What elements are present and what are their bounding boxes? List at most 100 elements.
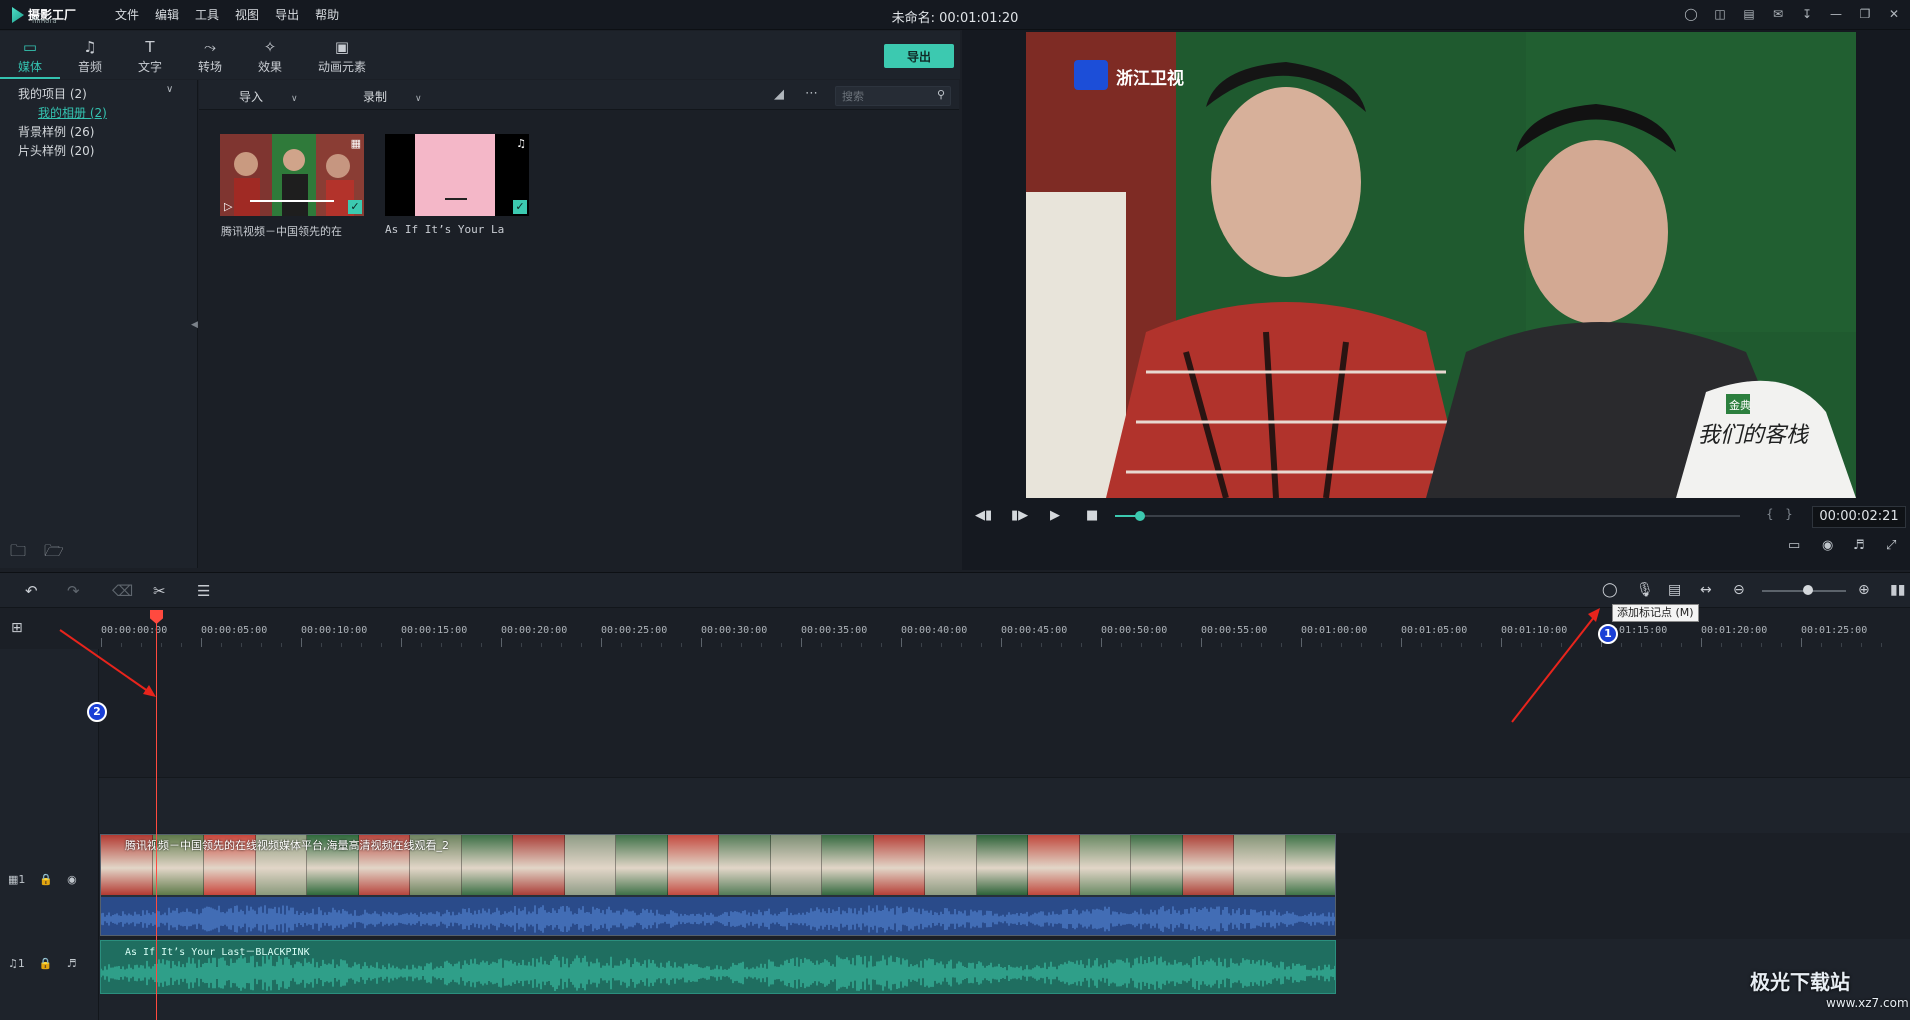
filter-icon[interactable]: ◢ [774,87,784,102]
media-thumb-audio[interactable]: ♫ ✓ [385,134,529,216]
watermark-text: 极光下载站 [1750,970,1850,994]
ruler-minor-tick [1041,643,1042,647]
ruler-minor-tick [1721,643,1722,647]
search-input[interactable] [842,89,928,103]
cart-icon[interactable]: ◫ [1712,6,1728,22]
fit-timeline-icon[interactable]: ↔ [1700,582,1712,598]
display-settings-icon[interactable]: ▭ [1788,538,1800,553]
tab-transition[interactable]: ⤳ 转场 [180,31,240,79]
download-icon[interactable]: ↧ [1799,6,1815,22]
menu-help[interactable]: 帮助 [307,6,347,23]
transition-icon: ⤳ [203,38,216,56]
chevron-down-icon: ∨ [291,94,298,104]
ruler-minor-tick [141,643,142,647]
video-clip-title: 腾讯视频－中国领先的在线视频媒体平台,海量高清视频在线观看_2 [125,839,449,852]
tab-effects[interactable]: ✧ 效果 [240,31,300,79]
account-icon[interactable]: ◯ [1683,6,1699,22]
ruler-minor-tick [1641,643,1642,647]
undo-icon[interactable]: ↶ [25,582,38,600]
empty-track-area[interactable] [99,649,1910,777]
window-icons: ◯ ◫ ▤ ✉ ↧ — ❐ ✕ [1683,6,1902,22]
ruler-minor-tick [1481,643,1482,647]
ruler-minor-tick [441,643,442,647]
tab-elements[interactable]: ▣ 动画元素 [300,31,384,79]
next-frame-icon[interactable]: ▮▶ [1011,508,1028,523]
empty-track-lane[interactable] [99,777,1910,833]
menu-tools[interactable]: 工具 [187,6,227,23]
previous-frame-icon[interactable]: ◀▮ [975,508,992,523]
menu-file[interactable]: 文件 [107,6,147,23]
ruler-minor-tick [741,643,742,647]
subtitle-icon[interactable]: ▤ [1668,582,1681,598]
restore-icon[interactable]: ❐ [1857,6,1873,22]
tab-text[interactable]: T 文字 [120,31,180,79]
collapse-panel-icon[interactable]: ◀ [191,320,198,330]
add-marker-icon[interactable]: ◯ [1602,582,1618,598]
check-icon: ✓ [348,200,362,214]
tab-media[interactable]: ▭ 媒体 [0,31,60,79]
stop-button[interactable]: ■ [1086,508,1098,523]
adjust-icon[interactable]: ☰ [197,582,210,600]
playback-scrubber[interactable] [1115,515,1740,517]
volume-icon[interactable]: ♬ [1853,538,1865,553]
ruler-minor-tick [1361,643,1362,647]
ruler-minor-tick [461,643,462,647]
eye-icon[interactable]: ◉ [67,873,77,886]
export-button[interactable]: 导出 [884,44,954,68]
library-item-intro-samples[interactable]: 片头样例 (20) [18,142,94,159]
music-note-icon: ♫ [83,38,97,56]
add-track-icon[interactable]: ⊞ [11,620,23,636]
ruler-minor-tick [1221,643,1222,647]
mail-icon[interactable]: ✉ [1770,6,1786,22]
ruler-label: 00:00:15:00 [401,625,468,636]
save-icon[interactable]: ▤ [1741,6,1757,22]
scrubber-handle[interactable] [1135,511,1145,521]
tab-audio[interactable]: ♫ 音频 [60,31,120,79]
layout-icon[interactable]: ▮▮ [1890,582,1905,598]
ruler-minor-tick [1761,643,1762,647]
ruler-minor-tick [1161,643,1162,647]
media-thumb-video[interactable]: ▦ ▷ ✓ [220,134,364,216]
library-item-my-album[interactable]: 我的相册 (2) [38,104,107,121]
play-button[interactable]: ▶ [1050,508,1060,523]
minimize-icon[interactable]: — [1828,6,1844,22]
show-logo: 我们的客栈 [1698,423,1810,448]
ruler-minor-tick [1321,643,1322,647]
chevron-down-icon[interactable]: ∨ [166,84,173,95]
grid-view-icon[interactable]: ⋯ [805,86,818,101]
audio-clip[interactable]: As If It’s Your Last－BLACKPINK [100,940,1336,994]
library-item-my-project[interactable]: 我的项目 (2) [18,85,87,102]
mark-in-out-icon[interactable]: { } [1766,507,1793,521]
ruler-minor-tick [881,643,882,647]
menu-export[interactable]: 导出 [267,6,307,23]
lock-icon[interactable]: 🔒 [39,957,53,970]
tab-effects-label: 效果 [257,60,282,74]
record-dropdown[interactable]: 录制 ∨ [363,88,422,105]
ruler-minor-tick [121,643,122,647]
search-icon[interactable]: ⚲ [937,88,945,101]
playhead-line[interactable] [156,612,157,1020]
delete-icon[interactable]: ⌫ [112,582,133,600]
redo-icon[interactable]: ↷ [67,582,80,600]
speaker-icon[interactable]: ♬ [67,957,77,970]
zoom-out-icon[interactable]: ⊖ [1733,582,1745,598]
video-clip[interactable]: 腾讯视频－中国领先的在线视频媒体平台,海量高清视频在线观看_2 [100,834,1336,936]
clip-frame [1131,835,1183,895]
video-preview[interactable]: 浙江卫视 金典 我们的客栈 [1026,32,1856,498]
ruler-minor-tick [1521,643,1522,647]
new-folder-icon[interactable]: 🗀 [10,540,26,567]
zoom-in-icon[interactable]: ⊕ [1858,582,1870,598]
menu-edit[interactable]: 编辑 [147,6,187,23]
microphone-icon[interactable]: 🎙 [1636,582,1654,598]
remove-folder-icon[interactable]: 🗁 [44,540,64,567]
menu-view[interactable]: 视图 [227,6,267,23]
close-icon[interactable]: ✕ [1886,6,1902,22]
snapshot-icon[interactable]: ◉ [1822,538,1833,553]
fullscreen-icon[interactable]: ⤢ [1886,538,1896,553]
cut-icon[interactable]: ✂ [153,582,166,600]
lock-icon[interactable]: 🔒 [39,873,53,886]
library-item-background-samples[interactable]: 背景样例 (26) [18,123,94,140]
clip-frame [564,835,616,895]
import-dropdown[interactable]: 导入 ∨ [239,88,298,105]
play-icon: ▷ [224,200,233,213]
